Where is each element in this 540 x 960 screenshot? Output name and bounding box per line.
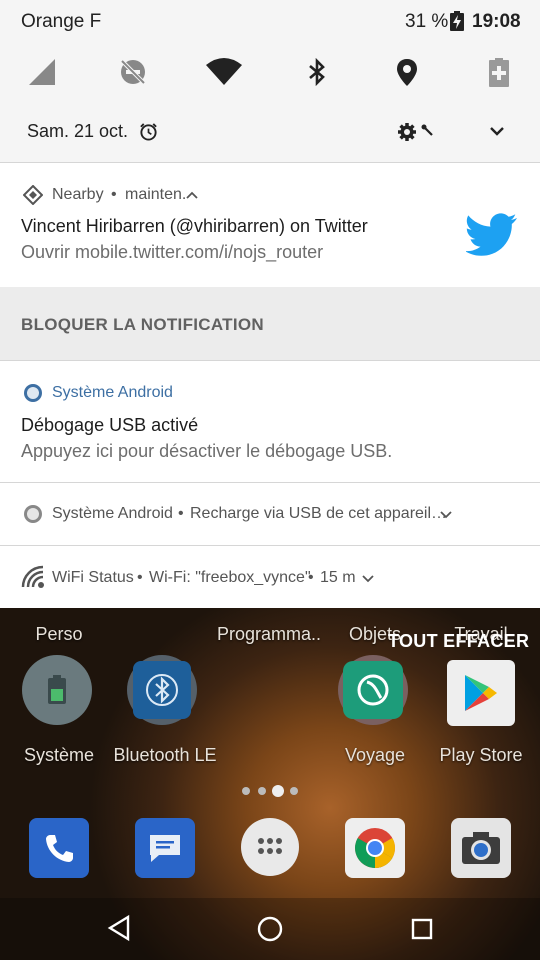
alarm-icon[interactable] (139, 122, 158, 141)
app-label-voyage[interactable]: Voyage (320, 745, 430, 766)
wifi-icon[interactable] (206, 57, 242, 87)
clock: 19:08 (472, 11, 521, 32)
nearby-icon (23, 185, 43, 205)
back-icon[interactable] (106, 914, 132, 942)
notification-app-name: Nearby (52, 186, 104, 203)
battery-charging-icon (450, 11, 464, 31)
app-drawer-button[interactable] (241, 818, 299, 876)
notification-app-name: Système Android (52, 505, 173, 522)
dock-phone[interactable] (29, 818, 89, 878)
block-notification-button[interactable]: BLOQUER LA NOTIFICATION (21, 315, 264, 335)
home-screen: Perso Programma.. Objets Travail TOUT EF… (0, 608, 540, 960)
quick-settings-panel: Orange F 31 % 19:08 Sam. 21 oct. (0, 0, 540, 162)
notification-time: mainten. (125, 186, 187, 203)
date-label: Sam. 21 oct. (27, 121, 129, 141)
chrome-icon (355, 828, 395, 868)
bluetooth-app-icon (146, 674, 178, 706)
phone-icon (46, 835, 73, 862)
notification-summary: Recharge via USB de cet appareil… (190, 505, 448, 522)
dock-messages[interactable] (135, 818, 195, 878)
camera-icon (462, 832, 500, 864)
app-label-systeme[interactable]: Système (4, 745, 114, 766)
battery-app-icon (48, 675, 66, 704)
block-notification-row[interactable]: BLOQUER LA NOTIFICATION (0, 287, 540, 360)
folder-label-programma[interactable]: Programma.. (214, 624, 324, 645)
notification-title: Vincent Hiribarren (@vhiribarren) on Twi… (21, 216, 368, 236)
apps-grid-icon (258, 838, 282, 854)
notification-app-name: Système Android (52, 384, 173, 401)
app-icon-systeme[interactable] (22, 655, 92, 725)
play-store-icon (465, 675, 497, 711)
notification-nearby[interactable]: Nearby • mainten. Vincent Hiribarren (@v… (0, 162, 540, 288)
app-icon-bluetooth-le[interactable] (127, 655, 197, 725)
folder-label-perso[interactable]: Perso (4, 624, 114, 645)
app-icon-voyage[interactable] (338, 655, 408, 725)
notification-title: Débogage USB activé (21, 415, 199, 435)
battery-saver-icon[interactable] (484, 57, 514, 87)
notification-usb-charge[interactable]: Système Android • Recharge via USB de ce… (0, 482, 540, 546)
notification-time: 15 m (320, 569, 356, 586)
notification-usb-debug[interactable]: Système Android Débogage USB activé Appu… (0, 360, 540, 483)
clear-all-button[interactable]: TOUT EFFACER (388, 631, 529, 652)
location-icon[interactable] (392, 57, 422, 87)
notification-body: Appuyez ici pour désactiver le débogage … (21, 441, 393, 461)
twitter-bird-icon (466, 213, 517, 256)
notification-app-name: WiFi Status (52, 569, 134, 586)
app-label-play-store[interactable]: Play Store (426, 745, 536, 766)
bluetooth-icon[interactable] (302, 57, 332, 87)
signal-icon[interactable] (27, 57, 57, 87)
notification-wifi-status[interactable]: WiFi Status • Wi-Fi: "freebox_vynce" • 1… (0, 545, 540, 609)
carrier-name: Orange F (21, 11, 102, 32)
messages-icon (150, 835, 180, 862)
android-system-icon (24, 384, 42, 402)
notification-body: Ouvrir mobile.twitter.com/i/nojs_router (21, 242, 324, 262)
wrench-icon (421, 124, 433, 136)
android-system-icon (24, 505, 42, 523)
expand-chevron-icon[interactable] (440, 511, 452, 519)
expand-chevron-icon[interactable] (489, 125, 505, 137)
navigation-bar (0, 898, 540, 960)
separator-dot: • (137, 569, 143, 586)
separator-dot: • (111, 186, 117, 203)
notification-summary: Wi-Fi: "freebox_vynce" (149, 569, 311, 586)
app-label-bluetooth-le[interactable]: Bluetooth LE (110, 745, 220, 766)
battery-percent: 31 % (405, 11, 449, 32)
separator-dot: • (178, 505, 184, 522)
page-indicator (241, 785, 301, 797)
dnd-off-icon[interactable] (118, 57, 148, 87)
recents-icon[interactable] (410, 917, 434, 941)
separator-dot: • (308, 569, 314, 586)
dock-chrome[interactable] (345, 818, 405, 878)
expand-chevron-icon[interactable] (362, 575, 374, 583)
wifi-status-icon (21, 565, 44, 588)
home-icon[interactable] (256, 915, 284, 943)
dock-camera[interactable] (451, 818, 511, 878)
collapse-chevron-icon[interactable] (186, 191, 198, 199)
settings-icon[interactable] (397, 122, 417, 142)
app-icon-play-store[interactable] (447, 660, 515, 726)
voyage-app-icon (357, 674, 389, 706)
